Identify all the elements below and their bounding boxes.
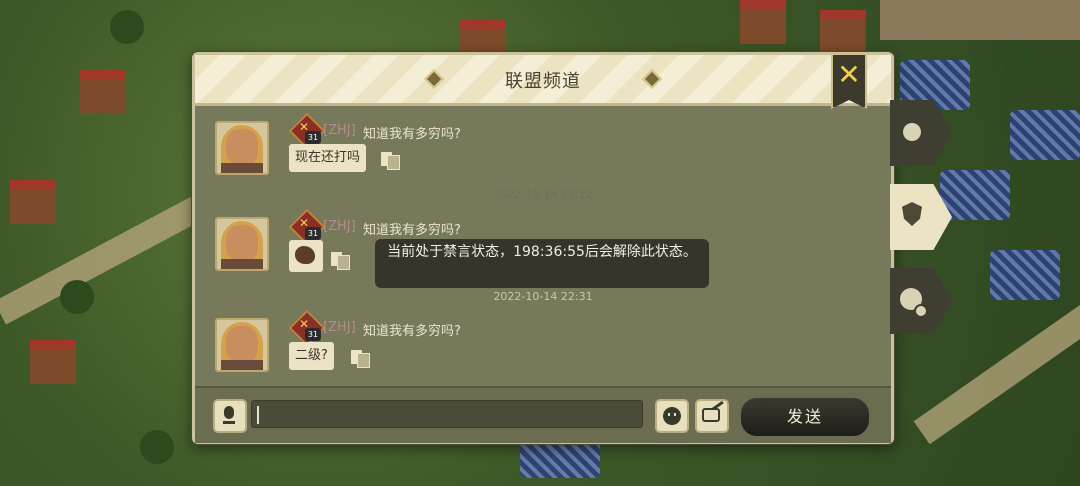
translate-page-back (387, 155, 400, 170)
sticker-emoji-icon (295, 246, 315, 264)
translate-icon[interactable] (351, 350, 370, 368)
avatar-face (226, 326, 258, 364)
avatar[interactable] (215, 217, 269, 271)
avatar[interactable] (215, 121, 269, 175)
alliance-tag: [ZHJ] (323, 219, 356, 234)
level-badge: 31 (305, 131, 321, 144)
tree (60, 280, 94, 314)
building (820, 10, 866, 54)
avatar-face (226, 225, 258, 263)
smiley-eyes (668, 413, 676, 416)
sender-name[interactable]: 知道我有多穷吗? (363, 219, 461, 238)
globe-icon (900, 120, 924, 144)
building (10, 180, 56, 224)
microphone-stand (223, 421, 235, 424)
emoji-button[interactable] (655, 399, 689, 433)
chat-message-input[interactable] (251, 400, 643, 428)
avatar-shirt (221, 259, 263, 269)
troop-formation (940, 170, 1010, 220)
voice-message-button[interactable] (213, 399, 247, 433)
sender-name[interactable]: 知道我有多穷吗? (363, 123, 461, 142)
avatar-face (226, 129, 258, 167)
building (30, 340, 76, 384)
chat-message-list[interactable]: ✕ 31 [ZHJ] 知道我有多穷吗? 现在还打吗 2022-10-14 22:… (195, 106, 891, 386)
troop-formation (520, 438, 600, 478)
level-badge: 31 (305, 227, 321, 240)
microphone-icon (224, 406, 234, 419)
tree (140, 430, 174, 464)
share-box-icon (702, 408, 720, 422)
avatar-shirt (221, 360, 263, 370)
sender-name[interactable]: 知道我有多穷吗? (363, 320, 461, 339)
share-button[interactable] (695, 399, 729, 433)
chat-input-bar: 发送 (195, 386, 891, 443)
tree (110, 10, 144, 44)
translate-page-back (337, 255, 350, 270)
building (80, 70, 126, 114)
avatar-shirt (221, 163, 263, 173)
emoji-message-bubble[interactable] (289, 240, 323, 272)
send-button[interactable]: 发送 (739, 396, 871, 438)
building (740, 0, 786, 44)
mute-status-toast: 当前处于禁言状态，198:36:55后会解除此状态。 (375, 239, 709, 288)
timestamp: 2022-10-14 22:12 (493, 188, 593, 201)
troop-formation (1010, 110, 1080, 160)
alliance-tag: [ZHJ] (323, 123, 356, 138)
alliance-tag: [ZHJ] (323, 320, 356, 335)
tree (1000, 40, 1034, 74)
translate-icon[interactable] (331, 252, 350, 270)
close-icon: ✕ (837, 58, 861, 91)
smiley-icon (663, 407, 681, 425)
message-bubble[interactable]: 二级? (289, 342, 334, 370)
translate-icon[interactable] (381, 152, 400, 170)
shield-icon (902, 202, 922, 226)
message-bubble[interactable]: 现在还打吗 (289, 144, 367, 172)
alliance-chat-panel: 联盟频道 ✕ ✕ 31 [ZHJ] 知道我有多穷吗? 现在还打吗 2022-10… (192, 52, 894, 444)
level-badge: 31 (305, 328, 321, 341)
timestamp: 2022-10-14 22:31 (493, 290, 593, 303)
avatar[interactable] (215, 318, 269, 372)
panel-header: 联盟频道 (195, 55, 891, 106)
text-caret (257, 406, 259, 424)
panel-title: 联盟频道 (505, 71, 581, 92)
troop-formation (990, 250, 1060, 300)
translate-page-back (357, 353, 370, 368)
chat-bubble-icon (914, 304, 928, 318)
city-wall (880, 0, 1080, 40)
